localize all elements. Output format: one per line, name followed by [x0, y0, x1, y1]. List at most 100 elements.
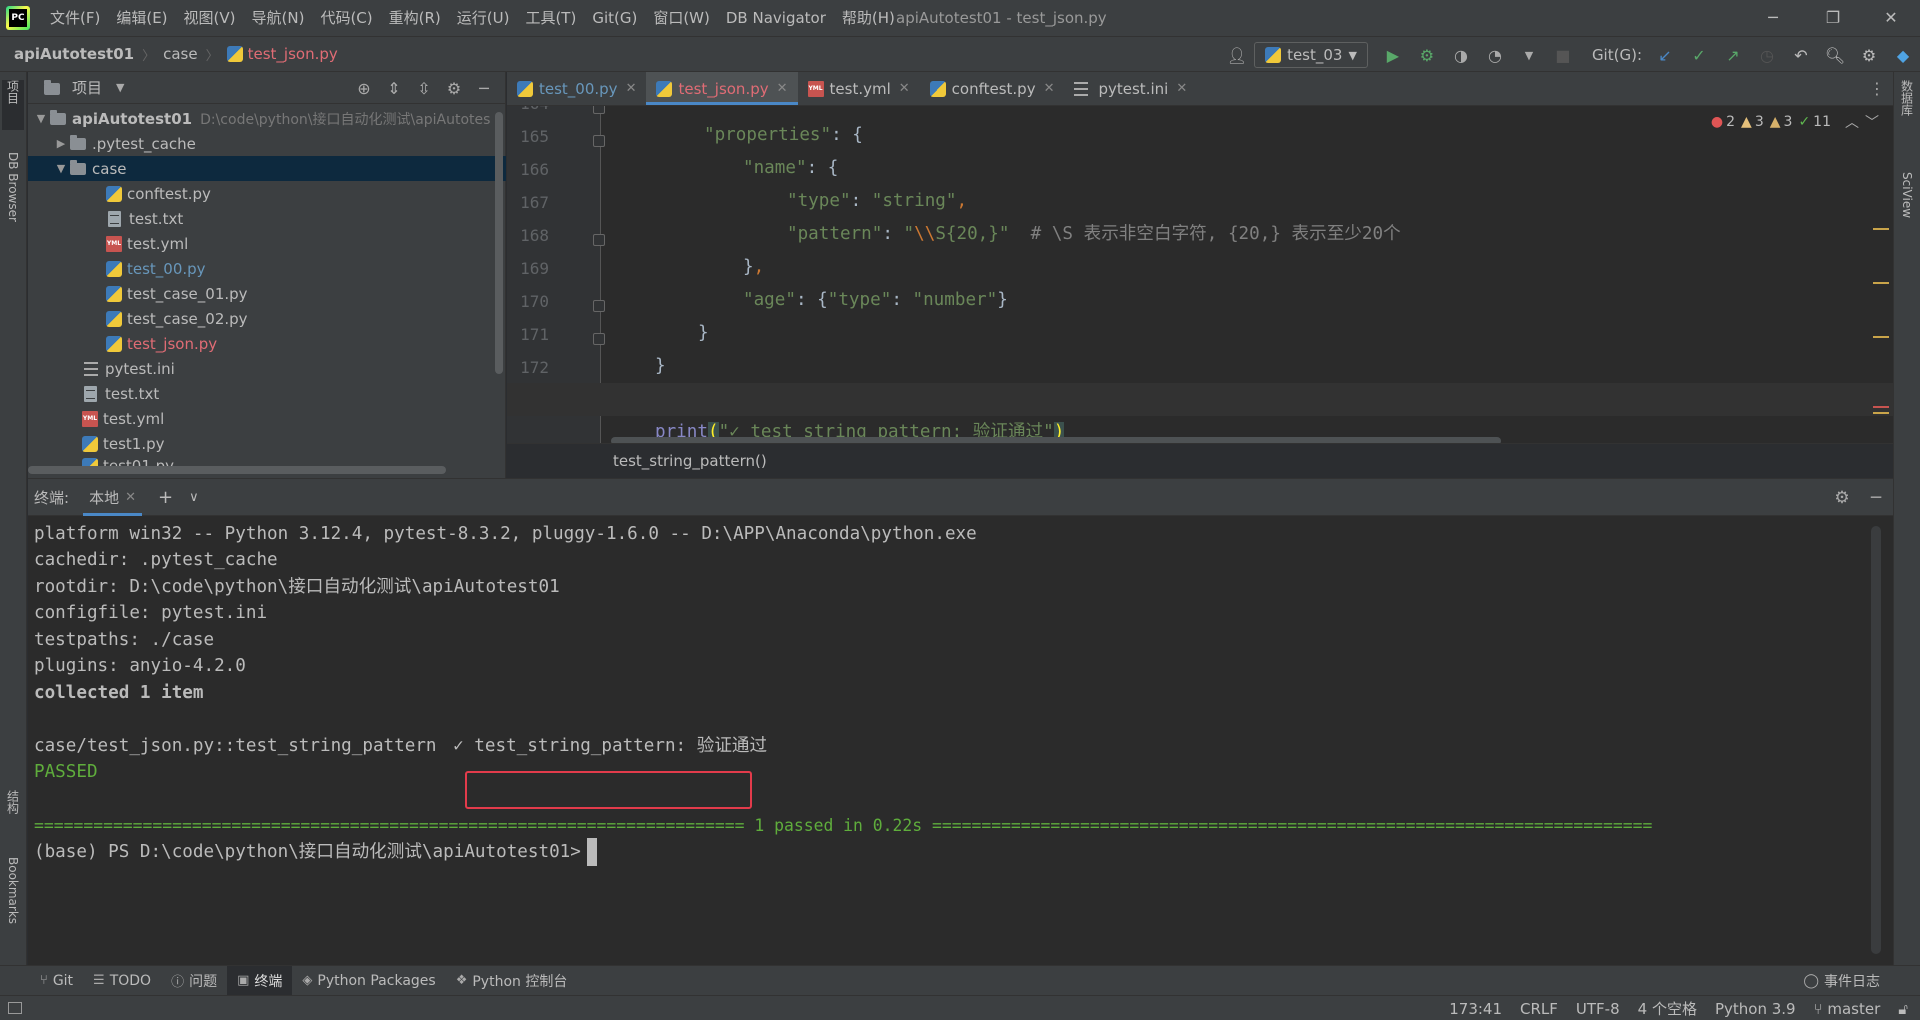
terminal-output[interactable]: platform win32 -- Python 3.12.4, pytest-…: [28, 516, 1893, 965]
expand-all-icon[interactable]: ⇕: [379, 79, 409, 98]
run-icon[interactable]: ▶: [1382, 44, 1404, 66]
project-panel-title[interactable]: 项目: [72, 77, 102, 98]
editor-tab-pytest-ini[interactable]: pytest.ini ✕: [1064, 72, 1197, 105]
menu-run[interactable]: 运行(U): [449, 0, 518, 36]
tool-window-python-console[interactable]: ❖ Python 控制台: [446, 966, 578, 996]
debug-icon[interactable]: ⚙︎: [1416, 44, 1438, 66]
editor-tab-test-yml[interactable]: YML test.yml ✕: [798, 72, 920, 105]
hide-panel-icon[interactable]: ─: [469, 79, 499, 98]
terminal-tab-local[interactable]: 本地 ✕: [83, 478, 142, 516]
editor-tab-test-00[interactable]: test_00.py ✕: [507, 72, 646, 105]
close-icon[interactable]: ✕: [125, 490, 136, 505]
editor-tab-test-json[interactable]: test_json.py ✕: [646, 72, 798, 105]
scope-function-label[interactable]: test_string_pattern(): [613, 452, 767, 470]
tool-window-todo[interactable]: ☰ TODO: [83, 966, 161, 996]
git-history-icon[interactable]: ◷: [1756, 44, 1778, 66]
menu-file[interactable]: 文件(F): [42, 0, 108, 36]
toggle-tool-windows-icon[interactable]: [8, 1002, 22, 1014]
git-branch-widget[interactable]: ⑂ master: [1805, 1000, 1890, 1018]
project-vertical-scrollbar[interactable]: [495, 112, 503, 374]
tree-item[interactable]: ▼ case: [28, 156, 506, 181]
gear-icon[interactable]: ⚙: [1825, 488, 1859, 508]
event-log-button[interactable]: ◯ 事件日志: [1803, 966, 1880, 996]
bookmarks-tool-tab[interactable]: Bookmarks: [2, 857, 24, 957]
menu-code[interactable]: 代码(C): [312, 0, 380, 36]
tree-item[interactable]: test1.py: [28, 431, 506, 456]
sciview-tool-tab[interactable]: SciView: [1896, 172, 1918, 262]
menu-git[interactable]: Git(G): [584, 0, 645, 36]
editor-tab-conftest[interactable]: conftest.py ✕: [920, 72, 1065, 105]
menu-navigate[interactable]: 导航(N): [244, 0, 313, 36]
project-horizontal-scrollbar[interactable]: [28, 466, 446, 474]
tool-window-python-packages[interactable]: ◈ Python Packages: [292, 966, 445, 996]
python-interpreter[interactable]: Python 3.9: [1706, 1000, 1805, 1018]
previous-highlight-icon[interactable]: ︿: [1845, 112, 1859, 132]
indent-setting[interactable]: 4 个空格: [1629, 998, 1706, 1019]
coverage-icon[interactable]: ◑: [1450, 44, 1472, 66]
db-browser-tool-tab[interactable]: DB Browser: [2, 152, 24, 252]
profile-icon[interactable]: ◔: [1484, 44, 1506, 66]
close-icon[interactable]: ✕: [899, 81, 910, 96]
rollback-icon[interactable]: ↶: [1790, 44, 1812, 66]
tree-item[interactable]: ▶ .pytest_cache: [28, 131, 506, 156]
code-editor[interactable]: 164 165 166 167 168 169 170 171 172 173 …: [507, 106, 1893, 443]
database-tool-tab[interactable]: 数据库: [1896, 80, 1918, 150]
project-tool-tab[interactable]: 项目: [2, 80, 24, 130]
tree-item[interactable]: test.txt: [28, 206, 506, 231]
tree-item[interactable]: test.txt: [28, 381, 506, 406]
user-icon[interactable]: 👤︎: [1226, 44, 1248, 66]
tree-item[interactable]: test_case_02.py: [28, 306, 506, 331]
tree-item[interactable]: test_00.py: [28, 256, 506, 281]
tree-item[interactable]: test_case_01.py: [28, 281, 506, 306]
new-tab-icon[interactable]: +: [158, 487, 173, 508]
tree-item[interactable]: YML test.yml: [28, 406, 506, 431]
inspection-widget[interactable]: ● 2 ▲ 3 ▲ 3 ✓ 11 ︿ ﹀: [1711, 112, 1879, 132]
jetbrains-icon[interactable]: ◆: [1892, 44, 1914, 66]
warning-stripe[interactable]: [1873, 228, 1889, 230]
tool-window-problems[interactable]: ⓘ 问题: [161, 966, 227, 996]
close-icon[interactable]: ✕: [1044, 81, 1055, 96]
menu-refactor[interactable]: 重构(R): [381, 0, 449, 36]
menu-window[interactable]: 窗口(W): [645, 0, 718, 36]
warning-stripe[interactable]: [1873, 412, 1889, 414]
restore-button[interactable]: ❐: [1804, 0, 1862, 36]
tree-item[interactable]: conftest.py: [28, 181, 506, 206]
locate-file-icon[interactable]: ⊕: [349, 79, 379, 98]
tool-window-terminal[interactable]: ▣ 终端: [227, 965, 293, 996]
tree-item[interactable]: test_json.py: [28, 331, 506, 356]
close-icon[interactable]: ✕: [626, 81, 637, 96]
next-highlight-icon[interactable]: ﹀: [1865, 112, 1879, 132]
run-config-selector[interactable]: test_03 ▼: [1254, 42, 1368, 68]
structure-tool-tab[interactable]: 结构: [2, 790, 24, 840]
lock-icon[interactable]: 🔓︎: [1889, 1000, 1920, 1018]
terminal-vertical-scrollbar[interactable]: [1871, 526, 1881, 954]
menu-tools[interactable]: 工具(T): [517, 0, 584, 36]
menu-edit[interactable]: 编辑(E): [108, 0, 175, 36]
git-update-icon[interactable]: ↙: [1654, 44, 1676, 66]
minimize-button[interactable]: ─: [1744, 0, 1802, 36]
collapse-all-icon[interactable]: ⇳: [409, 79, 439, 98]
more-run-icon[interactable]: ▼: [1518, 44, 1540, 66]
menu-help[interactable]: 帮助(H): [834, 0, 903, 36]
error-stripe[interactable]: [1873, 406, 1889, 408]
tree-item[interactable]: pytest.ini: [28, 356, 506, 381]
warning-stripe[interactable]: [1873, 282, 1889, 284]
git-commit-icon[interactable]: ✓: [1688, 44, 1710, 66]
git-push-icon[interactable]: ↗: [1722, 44, 1744, 66]
hide-panel-icon[interactable]: ─: [1859, 488, 1893, 508]
warning-stripe[interactable]: [1873, 336, 1889, 338]
menu-view[interactable]: 视图(V): [176, 0, 244, 36]
close-icon[interactable]: ✕: [1176, 81, 1187, 96]
breadcrumb-folder[interactable]: case: [159, 45, 201, 63]
tree-root[interactable]: ▼ apiAutotest01 D:\code\python\接口自动化测试\a…: [28, 106, 506, 131]
tree-item[interactable]: YML test.yml: [28, 231, 506, 256]
caret-position[interactable]: 173:41: [1440, 1000, 1511, 1018]
menu-db-navigator[interactable]: DB Navigator: [718, 0, 834, 36]
line-separator[interactable]: CRLF: [1511, 1000, 1567, 1018]
gear-icon[interactable]: ⚙: [439, 79, 469, 98]
more-options-icon[interactable]: ⋮: [1869, 72, 1885, 106]
chevron-down-icon[interactable]: ▼: [116, 81, 124, 94]
tool-window-git[interactable]: ⑂ Git: [30, 966, 83, 996]
chevron-down-icon[interactable]: ∨: [189, 490, 199, 505]
breadcrumb-file[interactable]: test_json.py: [223, 45, 342, 63]
